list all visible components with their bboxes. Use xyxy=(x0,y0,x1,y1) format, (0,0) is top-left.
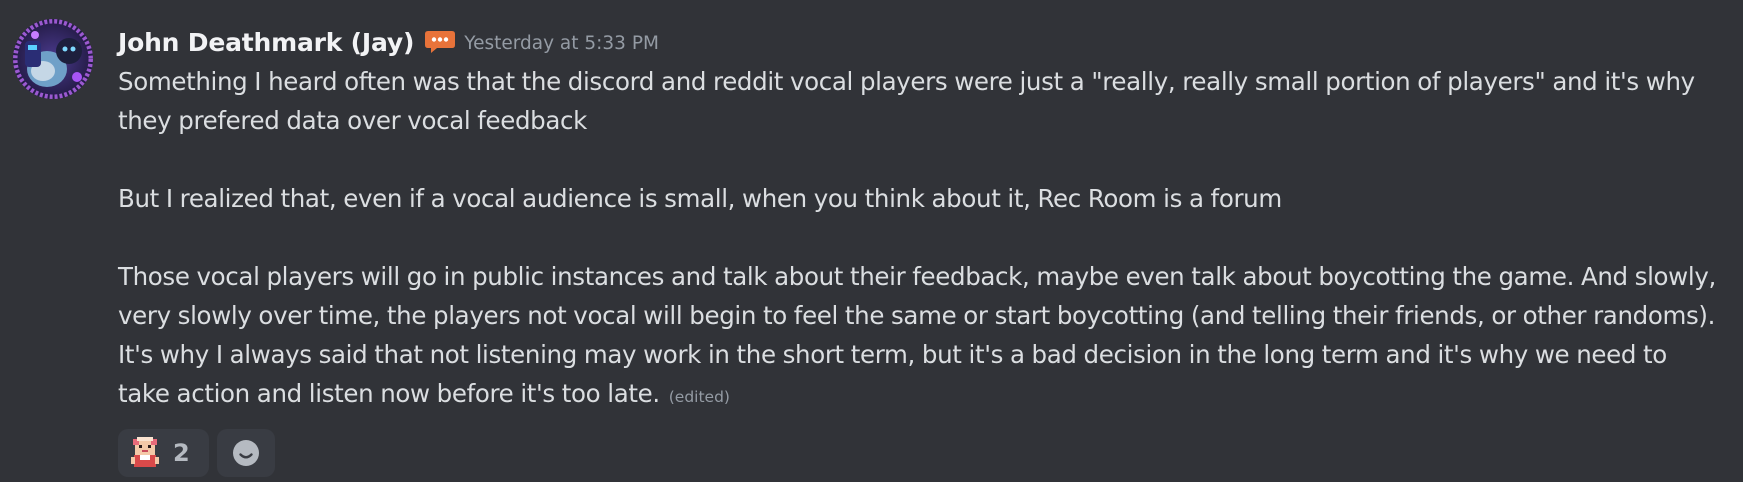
smiley-add-reaction-icon xyxy=(233,440,259,466)
message-body: Something I heard often was that the dis… xyxy=(118,62,1718,417)
message-paragraph-last: Those vocal players will go in public in… xyxy=(118,257,1718,417)
author-username[interactable]: John Deathmark (Jay) xyxy=(118,28,414,57)
add-reaction-button[interactable] xyxy=(217,429,275,477)
message-paragraph: Something I heard often was that the dis… xyxy=(118,67,1695,135)
user-avatar[interactable] xyxy=(13,19,93,99)
reaction-count: 2 xyxy=(173,439,190,467)
avatar-image xyxy=(13,19,93,99)
pixel-character-emoji-icon xyxy=(131,437,159,467)
edited-label: (edited) xyxy=(668,388,730,406)
message-paragraph-text: Those vocal players will go in public in… xyxy=(118,262,1716,408)
reaction-pill[interactable]: 2 xyxy=(118,429,209,477)
message-paragraph: But I realized that, even if a vocal aud… xyxy=(118,184,1282,213)
chat-message: John Deathmark (Jay) Yesterday at 5:33 P… xyxy=(0,0,1743,482)
reactions-bar: 2 xyxy=(118,429,1718,477)
message-header: John Deathmark (Jay) Yesterday at 5:33 P… xyxy=(118,22,1718,62)
message-content: John Deathmark (Jay) Yesterday at 5:33 P… xyxy=(118,22,1718,477)
speech-bubble-icon[interactable] xyxy=(423,29,456,55)
message-timestamp[interactable]: Yesterday at 5:33 PM xyxy=(464,33,659,54)
